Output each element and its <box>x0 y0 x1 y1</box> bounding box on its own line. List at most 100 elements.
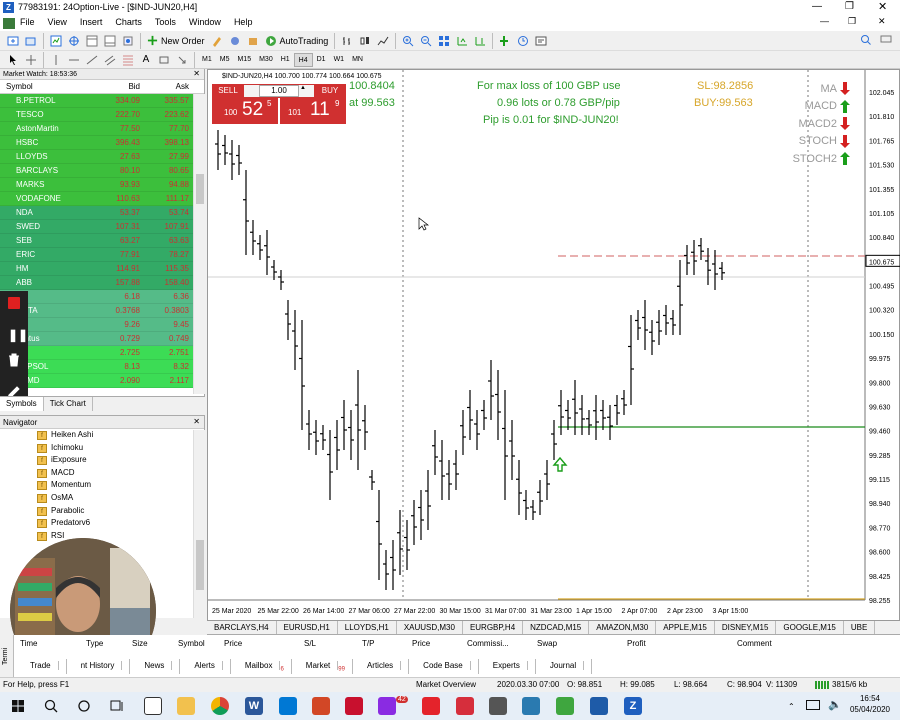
market-watch-row[interactable]: SWED 107.31 107.91 <box>0 220 204 234</box>
navigator-scrollbar[interactable] <box>193 430 205 618</box>
status-profile[interactable]: Market Overview <box>416 678 476 692</box>
navigator-item[interactable]: f iExposure <box>0 454 204 467</box>
timeframe-m15[interactable]: M15 <box>233 53 255 67</box>
chart-tab[interactable]: GOOGLE,M15 <box>776 621 844 634</box>
navigator-scroll-thumb[interactable] <box>196 540 204 590</box>
menu-help[interactable]: Help <box>234 17 253 27</box>
terminal-column[interactable]: T/P <box>358 639 408 650</box>
sell-price-box[interactable]: 100 52 5 <box>212 98 278 124</box>
market-watch-row[interactable]: B.PETROL 334.09 335.57 <box>0 94 204 108</box>
terminal-tab[interactable]: nt History <box>67 659 131 674</box>
navigator-item[interactable]: f Ichimoku <box>0 442 204 455</box>
terminal-column[interactable]: Time <box>16 639 82 650</box>
timeframe-h1[interactable]: H1 <box>277 53 294 67</box>
templates-icon[interactable] <box>533 33 549 49</box>
horizontal-line-icon[interactable] <box>66 52 82 68</box>
market-watch-row[interactable]: T6.186.36 <box>0 290 204 304</box>
market-watch-icon[interactable] <box>48 33 64 49</box>
terminal-column[interactable]: Comment <box>733 639 793 650</box>
chart-tab[interactable]: DISNEY,M15 <box>715 621 777 634</box>
cortana-icon[interactable] <box>77 699 91 715</box>
market-watch-row[interactable]: BARCLAYS 80.10 80.65 <box>0 164 204 178</box>
col-bid[interactable]: Bid <box>100 80 140 93</box>
menu-tools[interactable]: Tools <box>155 17 176 27</box>
chart-tab[interactable]: BARCLAYS,H4 <box>207 621 277 634</box>
lot-size-input[interactable]: 1.00 <box>259 85 299 97</box>
task-view-icon[interactable] <box>110 699 124 715</box>
vertical-line-icon[interactable] <box>48 52 64 68</box>
terminal-column[interactable]: S/L <box>300 639 358 650</box>
terminal-column[interactable]: Size <box>128 639 174 650</box>
terminal-tab[interactable]: Market 99 <box>292 659 353 674</box>
windows-start-icon[interactable] <box>12 700 24 714</box>
navigator-icon[interactable] <box>84 33 100 49</box>
word-icon[interactable]: W <box>245 697 263 715</box>
cursor-icon[interactable] <box>5 52 21 68</box>
terminal-tab[interactable]: Experts <box>479 659 536 674</box>
restore-button[interactable]: ❐ <box>845 1 854 12</box>
chart-window[interactable]: 102.045 101.810 101.765 101.530 101.355 101.1… <box>207 69 900 621</box>
timeframe-h4[interactable]: H4 <box>293 52 313 67</box>
menu-window[interactable]: Window <box>189 17 221 27</box>
lot-stepper-icon[interactable]: ▲ <box>300 85 306 91</box>
chart-tab[interactable]: LLOYDS,H1 <box>338 621 397 634</box>
market-watch-close-icon[interactable]: ✕ <box>193 69 200 78</box>
market-watch-row[interactable]: MARKS 93.93 94.88 <box>0 178 204 192</box>
market-watch-row[interactable]: SEB 63.27 63.63 <box>0 234 204 248</box>
chrome-icon[interactable] <box>211 697 229 715</box>
app-green-icon[interactable] <box>556 697 574 715</box>
market-watch-row[interactable]: 9.26 9.45 <box>0 318 204 332</box>
channel-icon[interactable] <box>102 52 118 68</box>
chart-tab[interactable]: APPLE,M15 <box>656 621 715 634</box>
market-watch-scroll-thumb[interactable] <box>196 174 204 204</box>
line-chart-icon[interactable] <box>375 33 391 49</box>
timeframe-m5[interactable]: M5 <box>216 53 234 67</box>
navigator-item[interactable]: f Predatorv6 <box>0 517 204 530</box>
app-blue2-icon[interactable] <box>590 697 608 715</box>
chart-tab[interactable]: UBE <box>844 621 876 634</box>
market-watch-scrollbar[interactable] <box>193 94 205 394</box>
menu-file[interactable]: File <box>20 17 35 27</box>
market-watch-row[interactable]: ABB 157.88 158.40 <box>0 276 204 290</box>
fibonacci-icon[interactable] <box>120 52 136 68</box>
bar-chart-icon[interactable] <box>339 33 355 49</box>
new-order-button[interactable]: New Order <box>144 33 208 49</box>
chart-tab[interactable]: NZDCAD,M15 <box>523 621 590 634</box>
terminal-tab[interactable]: Alerts <box>180 659 231 674</box>
terminal-tab[interactable]: Code Base <box>409 659 479 674</box>
market-watch-row[interactable]: AstonMartin 77.50 77.70 <box>0 122 204 136</box>
terminal-column[interactable]: Profit <box>623 639 733 650</box>
navigator-item[interactable]: f MACD <box>0 467 204 480</box>
market-watch-row[interactable]: HSBC 396.43 398.13 <box>0 136 204 150</box>
powerpoint-icon[interactable] <box>312 697 330 715</box>
navigator-item[interactable]: f OsMA <box>0 492 204 505</box>
crosshair-icon[interactable] <box>23 52 39 68</box>
record-stop-icon[interactable] <box>8 297 20 309</box>
buy-button[interactable]: BUY <box>314 84 346 98</box>
zoom-out-icon[interactable] <box>418 33 434 49</box>
terminal-column[interactable]: Price <box>220 639 300 650</box>
app-dark-icon[interactable] <box>489 697 507 715</box>
arrows-tool-icon[interactable] <box>174 52 190 68</box>
terminal-tab[interactable]: Trade <box>16 659 67 674</box>
market-watch-row[interactable]: VA2.7252.751 <box>0 346 204 360</box>
market-watch-row[interactable]: LLOYDS 27.63 27.99 <box>0 150 204 164</box>
tab-symbols[interactable]: Symbols <box>0 397 44 411</box>
col-ask[interactable]: Ask <box>140 80 189 93</box>
profiles-icon[interactable] <box>23 33 39 49</box>
terminal-tab[interactable]: Articles <box>353 659 410 674</box>
app-red-icon[interactable] <box>422 697 440 715</box>
tray-chevron-icon[interactable]: ⌃ <box>788 702 795 711</box>
metatrader-taskbar-icon[interactable]: Z <box>624 697 642 715</box>
buy-price-box[interactable]: 101 11 9 <box>280 98 346 124</box>
market-watch-row[interactable]: ELITA0.37680.3803 <box>0 304 204 318</box>
market-watch-row[interactable]: ANMD2.0902.117 <box>0 374 204 388</box>
autotrading-button[interactable]: AutoTrading <box>262 33 332 49</box>
trash-icon[interactable] <box>8 353 20 369</box>
navigator-item[interactable]: f Momentum <box>0 479 204 492</box>
text-tool-icon[interactable]: A <box>138 52 154 68</box>
terminal-column[interactable]: Swap <box>533 639 623 650</box>
pause-icon[interactable]: ❚❚ <box>8 328 28 342</box>
indicators-icon[interactable] <box>497 33 513 49</box>
terminal-column[interactable]: Price <box>408 639 463 650</box>
